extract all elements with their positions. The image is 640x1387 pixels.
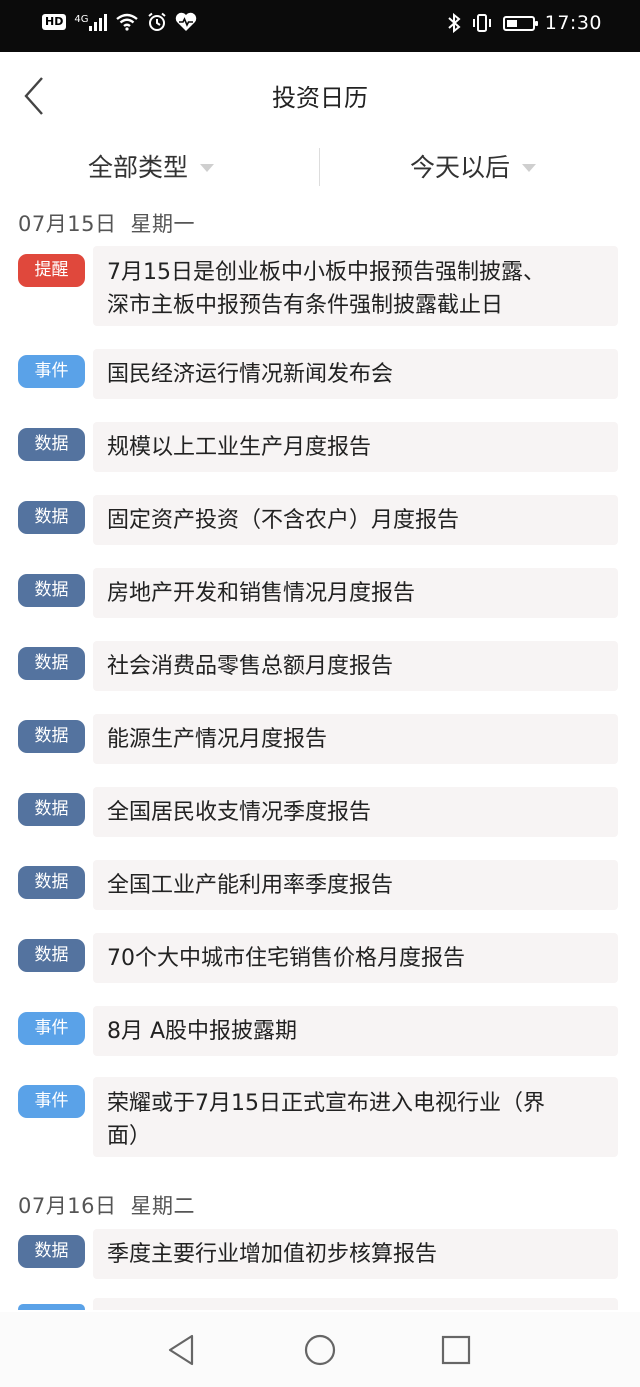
event-card[interactable]: 固定资产投资（不含农户）月度报告 <box>93 495 618 545</box>
event-card[interactable]: 能源生产情况月度报告 <box>93 714 618 764</box>
event-title: 能源生产情况月度报告 <box>107 726 328 752</box>
nav-home-button[interactable] <box>302 1332 342 1368</box>
event-card[interactable]: 规模以上工业生产月度报告 <box>93 422 618 472</box>
event-title: 全国工业产能利用率季度报告 <box>107 872 394 898</box>
event-card[interactable]: 7月15日是创业板中小板中报预告强制披露、 深市主板中报预告有条件强制披露截止日 <box>93 246 618 326</box>
caret-down-icon <box>200 164 215 172</box>
data-tag: 数据 <box>18 793 85 826</box>
weekday-label: 星期一 <box>130 212 195 236</box>
data-tag: 数据 <box>18 866 85 899</box>
vibrate-icon <box>472 14 491 32</box>
date-header: 07月15日 星期一 <box>18 208 195 238</box>
data-tag: 数据 <box>18 501 85 534</box>
nav-back-button[interactable] <box>164 1332 204 1368</box>
data-tag: 数据 <box>18 939 85 972</box>
event-card[interactable] <box>93 1298 618 1310</box>
battery-icon <box>502 15 538 31</box>
event-title: 70个大中城市住宅销售价格月度报告 <box>107 945 465 971</box>
event-card[interactable]: 社会消费品零售总额月度报告 <box>93 641 618 691</box>
filter-bar: 全部类型 今天以后 <box>0 140 640 196</box>
caret-down-icon <box>522 164 537 172</box>
event-title: 全国居民收支情况季度报告 <box>107 799 372 825</box>
page-title: 投资日历 <box>272 84 368 112</box>
alarm-icon <box>148 12 167 31</box>
data-tag: 数据 <box>18 574 85 607</box>
event-card[interactable]: 荣耀或于7月15日正式宣布进入电视行业（界 面） <box>93 1077 618 1157</box>
event-title-line: 荣耀或于7月15日正式宣布进入电视行业（界 <box>107 1091 545 1116</box>
date-range-filter-dropdown[interactable]: 今天以后 <box>410 148 537 184</box>
weekday-label: 星期二 <box>130 1194 195 1218</box>
network-label: 4G <box>74 14 89 25</box>
event-card[interactable]: 房地产开发和销售情况月度报告 <box>93 568 618 618</box>
calendar-list[interactable]: 07月15日 星期一 提醒 7月15日是创业板中小板中报预告强制披露、 深市主板中… <box>0 198 640 1310</box>
heart-rate-icon <box>176 12 197 31</box>
event-title: 固定资产投资（不含农户）月度报告 <box>107 507 460 533</box>
remind-tag: 提醒 <box>18 254 85 287</box>
event-card[interactable]: 全国工业产能利用率季度报告 <box>93 860 618 910</box>
hd-badge: HD <box>42 14 67 30</box>
event-card[interactable]: 70个大中城市住宅销售价格月度报告 <box>93 933 618 983</box>
nav-recents-button[interactable] <box>438 1332 478 1368</box>
circle-home-icon <box>304 1334 336 1366</box>
system-nav-bar <box>0 1312 640 1387</box>
square-recents-icon <box>441 1335 471 1365</box>
bluetooth-icon <box>448 13 461 33</box>
date-range-filter-label: 今天以后 <box>410 153 511 182</box>
data-tag: 数据 <box>18 647 85 680</box>
signal-icon: 4G <box>74 13 108 31</box>
event-tag <box>18 1304 85 1310</box>
event-card[interactable]: 国民经济运行情况新闻发布会 <box>93 349 618 399</box>
date-label: 07月16日 <box>18 1194 117 1218</box>
filter-divider <box>319 148 320 186</box>
event-title: 国民经济运行情况新闻发布会 <box>107 361 394 387</box>
type-filter-dropdown[interactable]: 全部类型 <box>88 148 215 184</box>
event-title-line: 深市主板中报预告有条件强制披露截止日 <box>107 293 504 318</box>
event-card[interactable]: 季度主要行业增加值初步核算报告 <box>93 1229 618 1279</box>
triangle-back-icon <box>168 1334 194 1366</box>
date-header: 07月16日 星期二 <box>18 1190 195 1220</box>
event-title: 季度主要行业增加值初步核算报告 <box>107 1241 438 1267</box>
event-tag: 事件 <box>18 355 85 388</box>
event-title: 社会消费品零售总额月度报告 <box>107 653 394 679</box>
type-filter-label: 全部类型 <box>88 153 189 182</box>
data-tag: 数据 <box>18 720 85 753</box>
event-title: 规模以上工业生产月度报告 <box>107 434 372 460</box>
event-title-line: 面） <box>107 1124 152 1149</box>
data-tag: 数据 <box>18 1235 85 1268</box>
app-header: 投资日历 <box>0 52 640 136</box>
clock: 17:30 <box>544 12 602 34</box>
event-card[interactable]: 8月 A股中报披露期 <box>93 1006 618 1056</box>
event-title-line: 7月15日是创业板中小板中报预告强制披露、 <box>107 260 545 285</box>
event-tag: 事件 <box>18 1085 85 1118</box>
data-tag: 数据 <box>18 428 85 461</box>
event-title: 房地产开发和销售情况月度报告 <box>107 580 416 606</box>
event-tag: 事件 <box>18 1012 85 1045</box>
event-title: 8月 A股中报披露期 <box>107 1018 298 1044</box>
date-label: 07月15日 <box>18 212 117 236</box>
status-bar: HD 4G 17:30 <box>0 0 640 52</box>
event-card[interactable]: 全国居民收支情况季度报告 <box>93 787 618 837</box>
wifi-icon <box>116 13 139 31</box>
